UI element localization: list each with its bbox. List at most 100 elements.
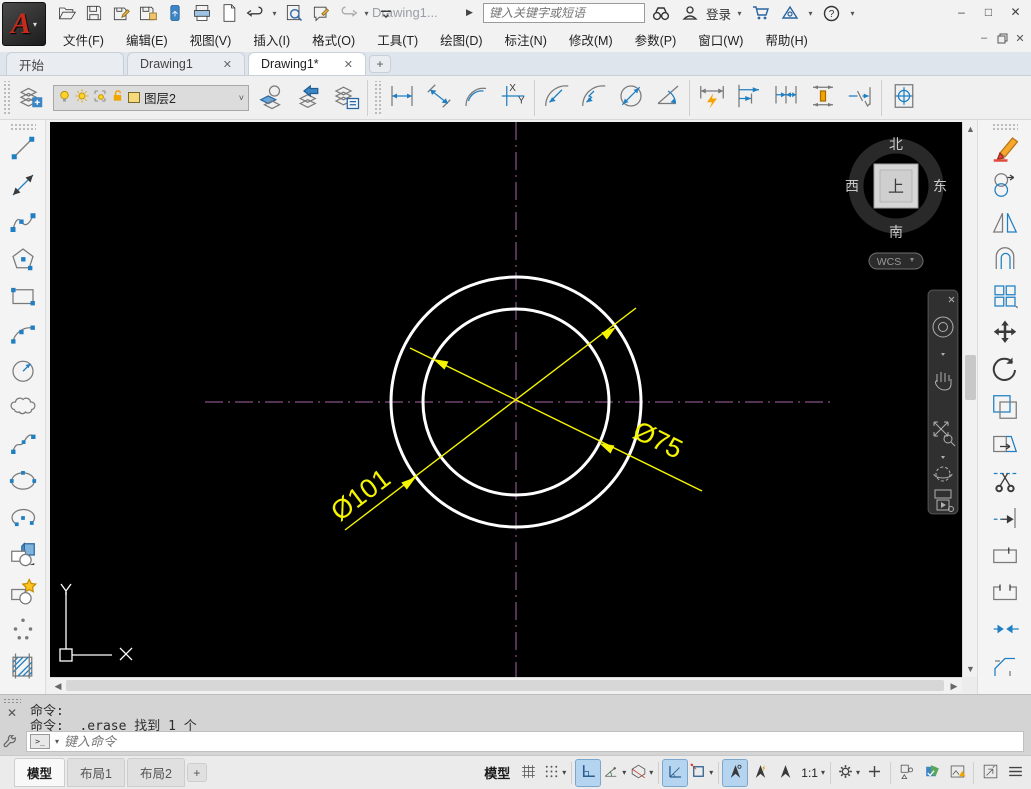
- undo-dropdown-icon[interactable]: ▾: [270, 9, 279, 18]
- login-label[interactable]: 登录: [706, 4, 731, 23]
- chamfer-button[interactable]: [987, 649, 1023, 686]
- scroll-up-icon[interactable]: ▲: [963, 122, 978, 137]
- make-block-button[interactable]: [5, 575, 41, 612]
- ucs-icon[interactable]: [60, 584, 132, 661]
- trim-button[interactable]: [987, 464, 1023, 501]
- isolate-objects-toggle[interactable]: [895, 760, 919, 786]
- a360-dropdown-icon[interactable]: ▾: [806, 9, 815, 18]
- dim-angular-button[interactable]: [649, 79, 686, 117]
- new-button[interactable]: [216, 2, 241, 24]
- rectangle-button[interactable]: [5, 279, 41, 316]
- mirror-button[interactable]: [987, 205, 1023, 242]
- redo-dropdown-icon[interactable]: ▾: [362, 9, 371, 18]
- dim-baseline-button[interactable]: [730, 79, 767, 117]
- break-at-point-button[interactable]: [987, 538, 1023, 575]
- ellipse-arc-button[interactable]: [5, 501, 41, 538]
- draw-toolbar-grip[interactable]: [10, 123, 36, 130]
- wrench-icon[interactable]: [3, 735, 18, 753]
- a360-icon[interactable]: [777, 2, 802, 24]
- save-as-button[interactable]: [108, 2, 133, 24]
- point-button[interactable]: [5, 612, 41, 649]
- user-icon[interactable]: [677, 2, 702, 24]
- scroll-down-icon[interactable]: ▼: [963, 662, 978, 677]
- scroll-right-icon[interactable]: ▶: [946, 678, 962, 694]
- horizontal-scroll-thumb[interactable]: [66, 680, 944, 691]
- layer-toolbar-grip[interactable]: [2, 81, 10, 115]
- annotation-autoscale-toggle[interactable]: [748, 760, 772, 786]
- drawing-canvas[interactable]: Ø101 Ø75 北 南 西 东 上 WCS: [50, 122, 962, 677]
- annotation-scale-value-toggle[interactable]: 1:1▾: [798, 760, 826, 786]
- line-button[interactable]: [5, 131, 41, 168]
- app-store-cart-icon[interactable]: [748, 2, 773, 24]
- doc-close-button[interactable]: ✕: [1011, 28, 1029, 48]
- menu-insert[interactable]: 插入(I): [242, 26, 301, 53]
- title-expand-icon[interactable]: ▶: [466, 7, 473, 18]
- tab-close-icon[interactable]: ✕: [344, 58, 353, 71]
- maximize-button[interactable]: □: [975, 0, 1002, 24]
- login-dropdown-icon[interactable]: ▾: [735, 9, 744, 18]
- polar-tracking-dropdown-icon[interactable]: ▾: [622, 768, 626, 777]
- menu-view[interactable]: 视图(V): [179, 26, 243, 53]
- move-button[interactable]: [987, 316, 1023, 353]
- plot-button[interactable]: [189, 2, 214, 24]
- snap-mode-dropdown-icon[interactable]: ▾: [562, 768, 566, 777]
- dim-aligned-button[interactable]: [420, 79, 457, 117]
- menu-dimension[interactable]: 标注(N): [494, 26, 558, 53]
- new-layout-button[interactable]: +: [187, 763, 207, 782]
- open-button[interactable]: [54, 2, 79, 24]
- save-all-button[interactable]: [135, 2, 160, 24]
- annotation-visibility-toggle[interactable]: [723, 760, 747, 786]
- menu-edit[interactable]: 编辑(E): [115, 26, 179, 53]
- circle-button[interactable]: [5, 353, 41, 390]
- revision-cloud-button[interactable]: [5, 390, 41, 427]
- scroll-left-icon[interactable]: ◀: [50, 678, 66, 694]
- spline-button[interactable]: [5, 427, 41, 464]
- object-snap-dropdown-icon[interactable]: ▾: [709, 768, 713, 777]
- customization-toggle[interactable]: [1003, 760, 1027, 786]
- command-grip[interactable]: [3, 698, 21, 704]
- preview-button[interactable]: [281, 2, 306, 24]
- layout-tab-layout1[interactable]: 布局1: [67, 758, 125, 787]
- dim-break-button[interactable]: [841, 79, 878, 117]
- dim-linear-button[interactable]: [383, 79, 420, 117]
- arc-button[interactable]: [5, 316, 41, 353]
- new-tab-button[interactable]: +: [369, 55, 391, 73]
- doc-restore-button[interactable]: [993, 28, 1011, 48]
- crosshair-plus-toggle[interactable]: [862, 760, 886, 786]
- ellipse-button[interactable]: [5, 464, 41, 501]
- navigation-bar[interactable]: [928, 290, 958, 514]
- dim-space-button[interactable]: [804, 79, 841, 117]
- polar-tracking-toggle[interactable]: ▾: [601, 760, 627, 786]
- application-logo[interactable]: A▾: [2, 2, 46, 46]
- layer-properties-manager-button[interactable]: [12, 79, 49, 117]
- layer-dropdown[interactable]: 图层2 ˅: [53, 85, 249, 111]
- search-binoculars-icon[interactable]: [648, 2, 673, 24]
- menu-format[interactable]: 格式(O): [301, 26, 366, 53]
- dim-diameter-button[interactable]: [612, 79, 649, 117]
- close-button[interactable]: ✕: [1002, 0, 1029, 24]
- layer-properties-button[interactable]: [327, 79, 364, 117]
- markup-button[interactable]: [308, 2, 333, 24]
- dim-radius-button[interactable]: [538, 79, 575, 117]
- layer-viewport-freeze-icon[interactable]: [93, 89, 107, 106]
- isometric-drafting-dropdown-icon[interactable]: ▾: [649, 768, 653, 777]
- center-mark-button[interactable]: [885, 79, 922, 117]
- stretch-button[interactable]: [987, 427, 1023, 464]
- annotation-scale-value-dropdown-icon[interactable]: ▾: [821, 768, 825, 777]
- object-snap-tracking-toggle[interactable]: [663, 760, 687, 786]
- file-tab-drawing1[interactable]: Drawing1✕: [127, 52, 245, 75]
- menu-modify[interactable]: 修改(M): [558, 26, 624, 53]
- dim-continue-button[interactable]: [767, 79, 804, 117]
- hatch-button[interactable]: [5, 649, 41, 686]
- search-input[interactable]: [489, 4, 639, 22]
- menu-help[interactable]: 帮助(H): [754, 26, 818, 53]
- polyline-button[interactable]: [5, 205, 41, 242]
- insert-block-button[interactable]: [5, 538, 41, 575]
- layer-on-bulb-icon[interactable]: [58, 89, 71, 106]
- grid-display-toggle[interactable]: [516, 760, 540, 786]
- modify-toolbar-grip[interactable]: [992, 123, 1018, 130]
- break-button[interactable]: [987, 575, 1023, 612]
- annotation-scale-icon-toggle[interactable]: [773, 760, 797, 786]
- command-close-icon[interactable]: ✕: [0, 706, 24, 720]
- minimize-button[interactable]: –: [948, 0, 975, 24]
